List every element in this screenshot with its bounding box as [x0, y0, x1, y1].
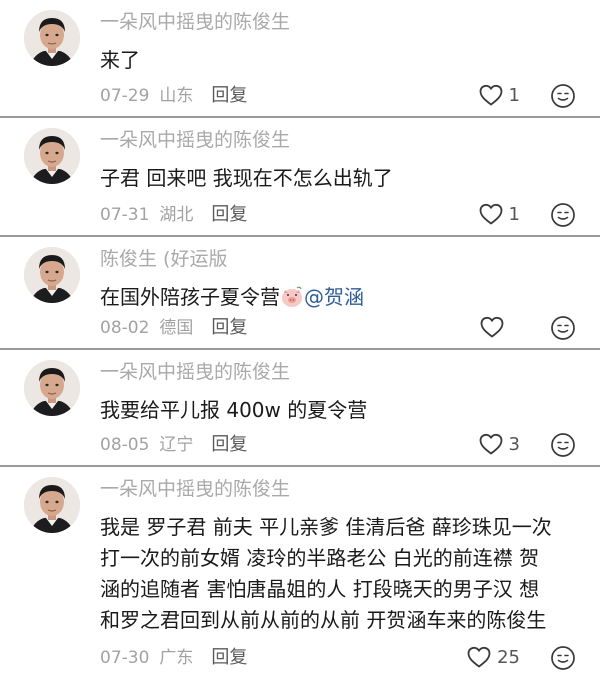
avatar[interactable]: [24, 10, 80, 66]
comment-location: 湖北: [159, 205, 194, 225]
heart-icon: [466, 645, 492, 669]
avatar[interactable]: [24, 477, 80, 533]
heart-icon: [478, 432, 504, 456]
reply-button[interactable]: 回复: [211, 204, 247, 225]
comment-username[interactable]: 一朵风中摇曳的陈俊生: [100, 126, 586, 154]
like-count: 1: [508, 84, 520, 106]
like-button[interactable]: 1: [478, 201, 520, 227]
comment-text-line: 涵的追随者 害怕唐晶姐的人 打段晓天的男子汉 想: [100, 577, 540, 601]
comment-username[interactable]: 陈俊生 (好运版: [100, 245, 586, 273]
like-button[interactable]: 25: [466, 644, 520, 670]
reply-button[interactable]: 回复: [211, 647, 247, 668]
reply-button[interactable]: 回复: [211, 317, 247, 338]
comment-item: 一朵风中摇曳的陈俊生 我要给平儿报 400w 的夏令营 08-05 辽宁 回复 3: [0, 350, 600, 467]
comment-text-line: 我是 罗子君 前夫 平儿亲爹 佳清后爸 薛珍珠见一次: [100, 515, 552, 539]
comment-meta: 07-31 湖北 回复: [100, 204, 257, 226]
comment-date: 07-30: [100, 648, 150, 668]
comment-username[interactable]: 一朵风中摇曳的陈俊生: [100, 358, 586, 386]
comment-location: 辽宁: [159, 435, 194, 455]
comment-item: 一朵风中摇曳的陈俊生 我是 罗子君 前夫 平儿亲爹 佳清后爸 薛珍珠见一次 打一…: [0, 467, 600, 678]
comment-meta: 07-30 广东 回复: [100, 647, 257, 669]
comment-text: 来了: [100, 48, 140, 72]
comment-text: 在国外陪孩子夏令营: [100, 285, 280, 309]
avatar-image: [24, 247, 80, 303]
piglet-sticker-icon: [282, 286, 302, 307]
comment-text-line: 打一次的前女婿 凌玲的半路老公 白光的前连襟 贺: [100, 546, 540, 570]
like-count: 25: [497, 646, 520, 668]
comment-date: 07-29: [100, 86, 150, 106]
emoji-icon[interactable]: [550, 83, 576, 109]
comment-username[interactable]: 一朵风中摇曳的陈俊生: [100, 8, 586, 36]
comment-meta: 08-02 德国 回复: [100, 317, 257, 339]
avatar-image: [24, 477, 80, 533]
like-count: 1: [508, 203, 520, 225]
like-count: 3: [508, 433, 520, 455]
like-button[interactable]: 3: [478, 431, 520, 457]
comment-location: 山东: [159, 86, 194, 106]
heart-icon: [478, 83, 504, 107]
comment-location: 德国: [159, 318, 194, 338]
comment-item: 陈俊生 (好运版 在国外陪孩子夏令营 @贺涵 08-02 德国 回复: [0, 237, 600, 350]
mention-link[interactable]: @贺涵: [304, 285, 364, 309]
comment-text-line: 和罗之君回到从前从前的从前 开贺涵车来的陈俊生: [100, 608, 547, 632]
like-button[interactable]: 1: [478, 82, 520, 108]
reply-button[interactable]: 回复: [211, 85, 247, 106]
comment-item: 一朵风中摇曳的陈俊生 子君 回来吧 我现在不怎么出轨了 07-31 湖北 回复 1: [0, 118, 600, 237]
avatar[interactable]: [24, 360, 80, 416]
avatar[interactable]: [24, 128, 80, 184]
comment-meta: 08-05 辽宁 回复: [100, 434, 257, 456]
emoji-icon[interactable]: [550, 645, 576, 671]
comment-text-line: 在国外陪孩子夏令营 @贺涵: [100, 282, 586, 312]
reply-button[interactable]: 回复: [211, 434, 247, 455]
like-button[interactable]: [479, 314, 520, 340]
comment-date: 08-05: [100, 435, 150, 455]
avatar-image: [24, 128, 80, 184]
comment-location: 广东: [159, 648, 194, 668]
comment-text: 子君 回来吧 我现在不怎么出轨了: [100, 166, 393, 190]
avatar-image: [24, 360, 80, 416]
avatar-image: [24, 10, 80, 66]
comment-text: 我是 罗子君 前夫 平儿亲爹 佳清后爸 薛珍珠见一次 打一次的前女婿 凌玲的半路…: [100, 512, 586, 636]
heart-icon: [479, 315, 505, 339]
comment-meta: 07-29 山东 回复: [100, 85, 257, 107]
comment-date: 07-31: [100, 205, 150, 225]
comment-text: 我要给平儿报 400w 的夏令营: [100, 398, 368, 422]
avatar[interactable]: [24, 247, 80, 303]
comment-item: 一朵风中摇曳的陈俊生 来了 07-29 山东 回复 1: [0, 0, 600, 118]
emoji-icon[interactable]: [550, 315, 576, 341]
comment-date: 08-02: [100, 318, 150, 338]
emoji-icon[interactable]: [550, 432, 576, 458]
emoji-icon[interactable]: [550, 202, 576, 228]
heart-icon: [478, 202, 504, 226]
comment-username[interactable]: 一朵风中摇曳的陈俊生: [100, 475, 586, 503]
